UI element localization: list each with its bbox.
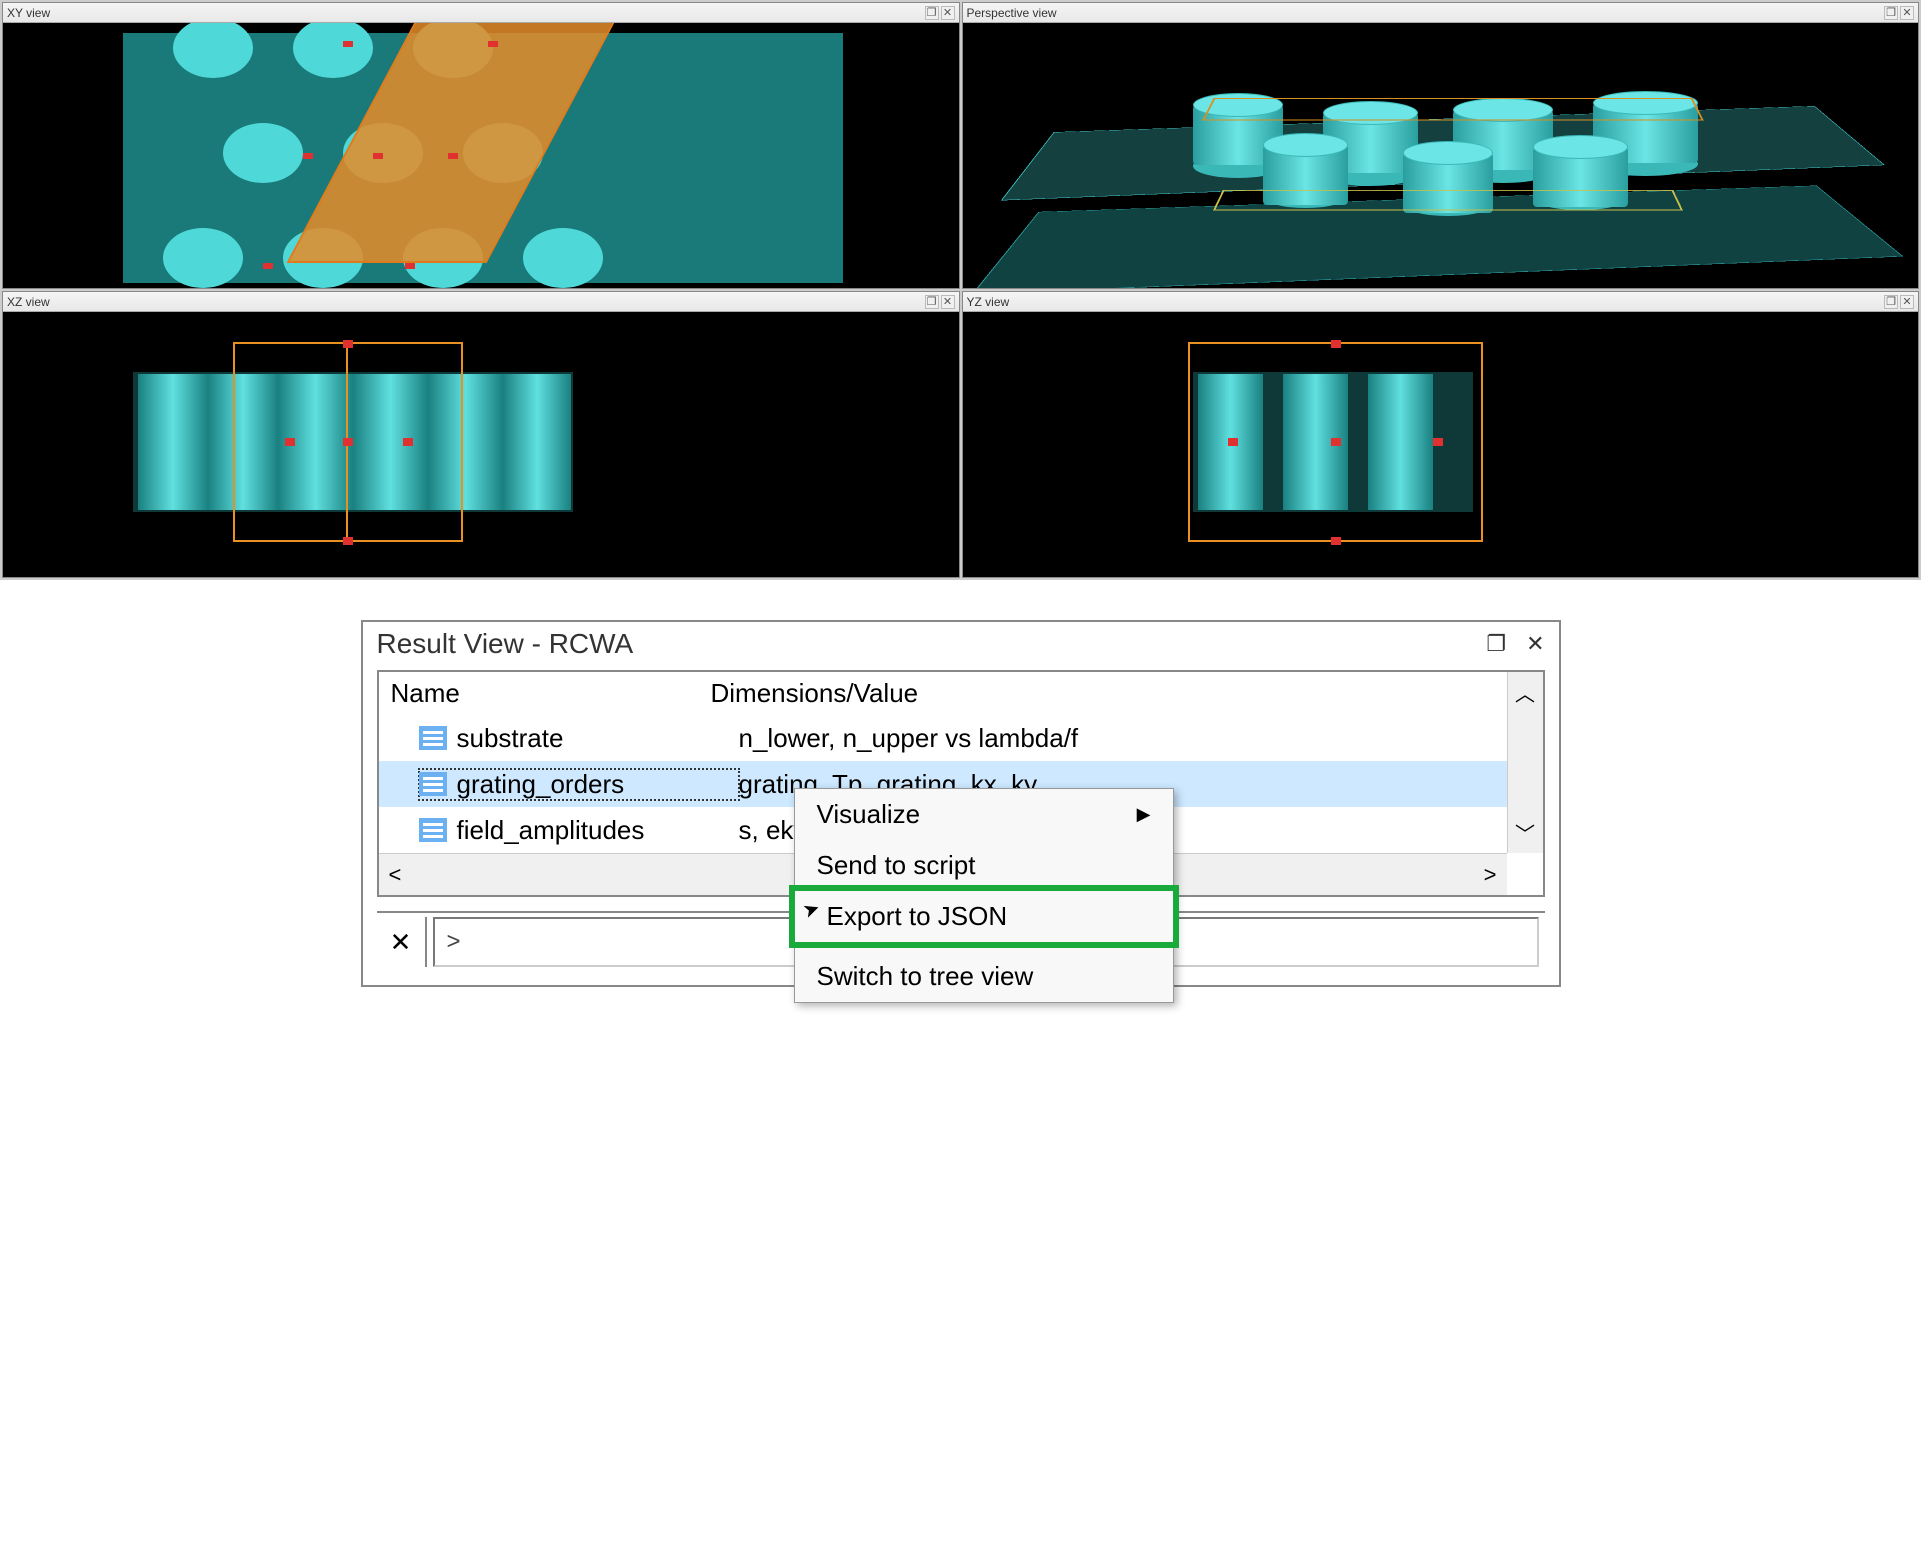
row-name: field_amplitudes	[457, 815, 645, 846]
restore-icon[interactable]: ❐	[925, 6, 939, 20]
close-icon[interactable]: ✕	[941, 295, 955, 309]
ctx-label: Visualize	[817, 799, 921, 830]
viewport-yz-title: YZ view	[967, 295, 1010, 309]
close-icon[interactable]: ✕	[1900, 295, 1914, 309]
table-row[interactable]: substrate n_lower, n_upper vs lambda/f	[379, 715, 1543, 761]
console-close-button[interactable]: ✕	[377, 917, 427, 967]
header-name[interactable]: Name	[391, 678, 711, 709]
dataset-icon	[419, 818, 447, 842]
dock-icon[interactable]: ❐	[1486, 631, 1506, 657]
submenu-arrow-icon: ▶	[1137, 804, 1151, 825]
viewport-persp-title: Perspective view	[967, 6, 1057, 20]
viewport-xy: XY view ❐ ✕	[2, 2, 960, 289]
viewport-xz: XZ view ❐ ✕	[2, 291, 960, 578]
viewport-xz-canvas[interactable]	[3, 312, 959, 577]
ctx-visualize[interactable]: Visualize ▶	[795, 789, 1173, 840]
result-view-title: Result View - RCWA	[377, 628, 634, 660]
restore-icon[interactable]: ❐	[1884, 295, 1898, 309]
viewport-xy-header: XY view ❐ ✕	[3, 3, 959, 23]
viewport-yz: YZ view ❐ ✕	[962, 291, 1920, 578]
ctx-label: Export to JSON	[827, 901, 1008, 932]
ctx-switch-tree[interactable]: Switch to tree view	[795, 951, 1173, 1002]
viewport-xy-canvas[interactable]	[3, 23, 959, 288]
viewport-persp-header: Perspective view ❐ ✕	[963, 3, 1919, 23]
close-icon[interactable]: ✕	[1900, 6, 1914, 20]
scroll-left-icon[interactable]: <	[389, 862, 402, 888]
context-menu: Visualize ▶ Send to script ➤ Export to J…	[794, 788, 1174, 1003]
header-dimensions[interactable]: Dimensions/Value	[711, 678, 1531, 709]
vertical-scrollbar[interactable]: ︿ ﹀	[1507, 672, 1543, 853]
viewport-xz-header: XZ view ❐ ✕	[3, 292, 959, 312]
ctx-label: Send to script	[817, 850, 976, 881]
viewport-yz-canvas[interactable]	[963, 312, 1919, 577]
viewport-grid: XY view ❐ ✕	[0, 0, 1921, 580]
scroll-right-icon[interactable]: >	[1484, 862, 1497, 888]
result-view-panel: Result View - RCWA ❐ ✕ Name Dimensions/V…	[361, 620, 1561, 987]
viewport-yz-header: YZ view ❐ ✕	[963, 292, 1919, 312]
menu-separator	[803, 946, 1165, 947]
restore-icon[interactable]: ❐	[1884, 6, 1898, 20]
viewport-persp-canvas[interactable]	[963, 23, 1919, 288]
cursor-icon: ➤	[799, 895, 823, 924]
ctx-export-json[interactable]: ➤ Export to JSON	[795, 891, 1173, 942]
viewport-perspective: Perspective view ❐ ✕	[962, 2, 1920, 289]
viewport-xy-title: XY view	[7, 6, 50, 20]
persp-selection-upper[interactable]	[1202, 98, 1704, 121]
ctx-label: Switch to tree view	[817, 961, 1034, 992]
restore-icon[interactable]: ❐	[925, 295, 939, 309]
close-icon[interactable]: ✕	[1526, 631, 1544, 657]
dataset-icon	[419, 772, 447, 796]
result-table: Name Dimensions/Value substrate n_lower,…	[377, 670, 1545, 897]
result-view-titlebar: Result View - RCWA ❐ ✕	[363, 622, 1559, 670]
scroll-up-icon[interactable]: ︿	[1515, 678, 1535, 707]
ctx-send-to-script[interactable]: Send to script	[795, 840, 1173, 891]
console-prompt: >	[447, 928, 461, 956]
close-icon[interactable]: ✕	[941, 6, 955, 20]
row-name: grating_orders	[457, 769, 625, 800]
row-dims: n_lower, n_upper vs lambda/f	[739, 723, 1079, 754]
scroll-down-icon[interactable]: ﹀	[1515, 818, 1535, 847]
viewport-xz-title: XZ view	[7, 295, 50, 309]
row-name: substrate	[457, 723, 564, 754]
result-headers: Name Dimensions/Value	[379, 672, 1543, 715]
dataset-icon	[419, 726, 447, 750]
